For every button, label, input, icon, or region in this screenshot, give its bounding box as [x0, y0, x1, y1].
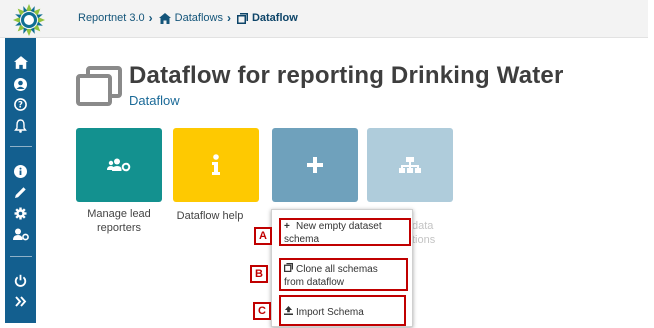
chevron-right-icon: ›: [226, 11, 231, 25]
callout-tag-a: A: [254, 227, 272, 245]
callout-box-a: [279, 218, 411, 246]
info-icon[interactable]: [11, 163, 30, 179]
bell-icon[interactable]: [11, 118, 30, 134]
breadcrumb-dataflow: Dataflow: [251, 12, 298, 24]
callout-box-b: [279, 258, 408, 291]
svg-text:?: ?: [18, 100, 23, 110]
plus-icon: [307, 157, 323, 173]
info-icon: [212, 154, 220, 175]
top-bar: Reportnet 3.0 › Dataflows › Dataflow: [0, 0, 648, 38]
help-icon[interactable]: ?: [11, 96, 30, 112]
callout-tag-b: B: [250, 265, 268, 283]
schema-tile[interactable]: [367, 128, 453, 202]
callout-tag-c: C: [253, 302, 271, 320]
left-sidebar: ?: [5, 38, 36, 323]
sidebar-divider: [10, 256, 32, 257]
user-icon[interactable]: [11, 76, 30, 92]
schema-tile-label: data tions: [412, 220, 436, 246]
manage-lead-reporters-tile[interactable]: [76, 128, 162, 202]
power-icon[interactable]: [11, 272, 30, 288]
page: Reportnet 3.0 › Dataflows › Dataflow ? D…: [0, 0, 654, 328]
breadcrumb: Reportnet 3.0 › Dataflows › Dataflow: [78, 11, 298, 25]
new-schema-tile[interactable]: [272, 128, 358, 202]
expand-icon[interactable]: [11, 293, 30, 309]
dataflow-help-tile[interactable]: [173, 128, 259, 202]
eu-logo-icon[interactable]: [12, 3, 46, 37]
callout-box-c: [279, 295, 406, 326]
dataflow-clone-icon: [76, 66, 122, 106]
user-settings-icon[interactable]: [11, 226, 30, 242]
hierarchy-icon: [399, 157, 421, 173]
breadcrumb-dataflows[interactable]: Dataflows: [175, 12, 223, 24]
page-title: Dataflow for reporting Drinking Water: [129, 62, 564, 89]
home-icon: [158, 12, 171, 24]
manage-lead-reporters-label: Manage lead reporters: [87, 208, 151, 234]
gear-icon[interactable]: [11, 205, 30, 221]
breadcrumb-reportnet[interactable]: Reportnet 3.0: [78, 12, 145, 24]
clone-icon: [236, 12, 248, 24]
sidebar-divider: [10, 146, 32, 147]
pencil-icon[interactable]: [11, 184, 30, 200]
home-icon[interactable]: [11, 54, 30, 70]
users-settings-icon: [107, 158, 131, 172]
page-subtitle: Dataflow: [129, 93, 180, 108]
dataflow-help-label: Dataflow help: [176, 210, 244, 222]
chevron-right-icon: ›: [148, 11, 153, 25]
